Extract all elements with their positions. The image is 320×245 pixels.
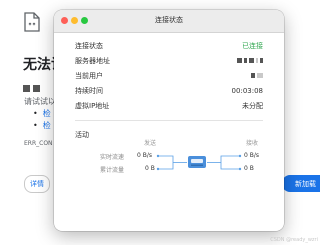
suggestion-item[interactable]: 检 — [33, 120, 51, 131]
connection-status-window: 连接状态 连接状态 已连接 服务器地址 当前用户 持续时间 00:03:08 虚… — [54, 10, 284, 231]
suggestion-item[interactable]: 检 — [33, 108, 51, 119]
details-button[interactable]: 详情 — [24, 175, 50, 193]
traffic-flow-diagram — [156, 154, 242, 171]
watermark: CSDN @ready_wzri — [270, 237, 318, 243]
redacted-host — [23, 77, 43, 92]
reload-button[interactable]: 新加载 — [282, 175, 320, 192]
network-device-icon — [188, 156, 206, 168]
error-description: 请试试以 — [24, 97, 56, 106]
error-code: ERR_CON — [24, 140, 53, 147]
broken-file-icon — [24, 12, 40, 32]
